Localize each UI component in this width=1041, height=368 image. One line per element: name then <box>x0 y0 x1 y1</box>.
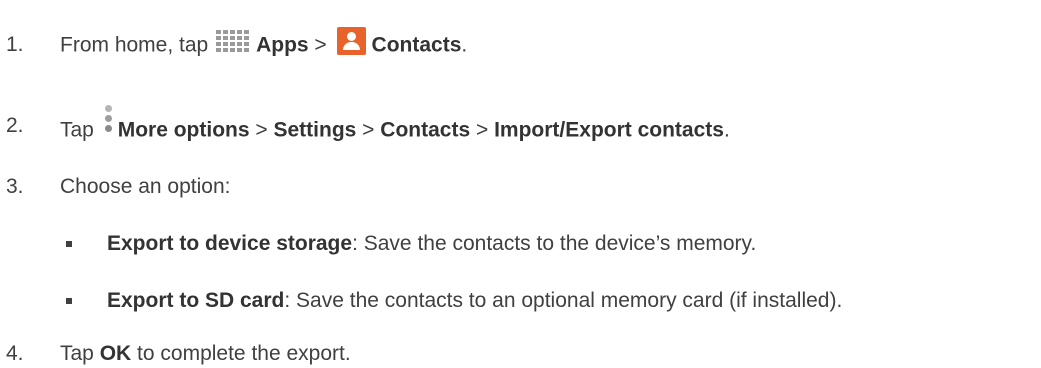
menu-separator: > <box>475 118 489 142</box>
option-title: Export to device storage <box>107 232 353 255</box>
option-description: : Save the contacts to an optional memor… <box>284 289 843 312</box>
ok-label: OK <box>99 342 132 365</box>
step-instruction: Tap <box>60 342 94 365</box>
step-text: Choose an option: <box>60 175 231 198</box>
option-description: : Save the contacts to the device’s memo… <box>352 232 757 255</box>
settings-label: Settings <box>273 118 357 142</box>
step-number: 4. <box>6 342 24 365</box>
bullet-icon <box>66 298 72 304</box>
contacts-icon <box>336 27 366 55</box>
period: . <box>461 33 468 57</box>
menu-separator: > <box>362 118 375 142</box>
option-title: Export to SD card <box>107 289 285 312</box>
option-text: Export to SD card: Save the contacts to … <box>107 288 842 314</box>
period: . <box>723 118 730 142</box>
apps-label: Apps <box>256 33 309 57</box>
menu-separator: > <box>314 33 327 57</box>
step-instruction: From home, tap <box>60 33 209 57</box>
step-number: 2. <box>6 114 24 137</box>
more-options-icon <box>102 105 114 141</box>
step-text: Tap More options > Settings > Contacts >… <box>60 105 730 149</box>
menu-separator: > <box>255 118 268 142</box>
step-text: From home, tap Apps > Contacts. <box>60 27 468 60</box>
step-instruction-rest: to complete the export. <box>137 342 351 365</box>
contacts-label: Contacts <box>371 33 462 57</box>
step-number: 1. <box>6 33 24 56</box>
step-text: Tap OK to complete the export. <box>60 341 351 367</box>
bullet-icon <box>66 241 72 247</box>
more-options-label: More options <box>117 118 250 142</box>
option-text: Export to device storage: Save the conta… <box>107 231 756 257</box>
step-instruction: Tap <box>60 118 94 142</box>
contacts-label: Contacts <box>380 118 471 142</box>
apps-grid-icon <box>216 30 252 54</box>
step-number: 3. <box>6 175 24 198</box>
import-export-label: Import/Export contacts <box>494 118 724 142</box>
